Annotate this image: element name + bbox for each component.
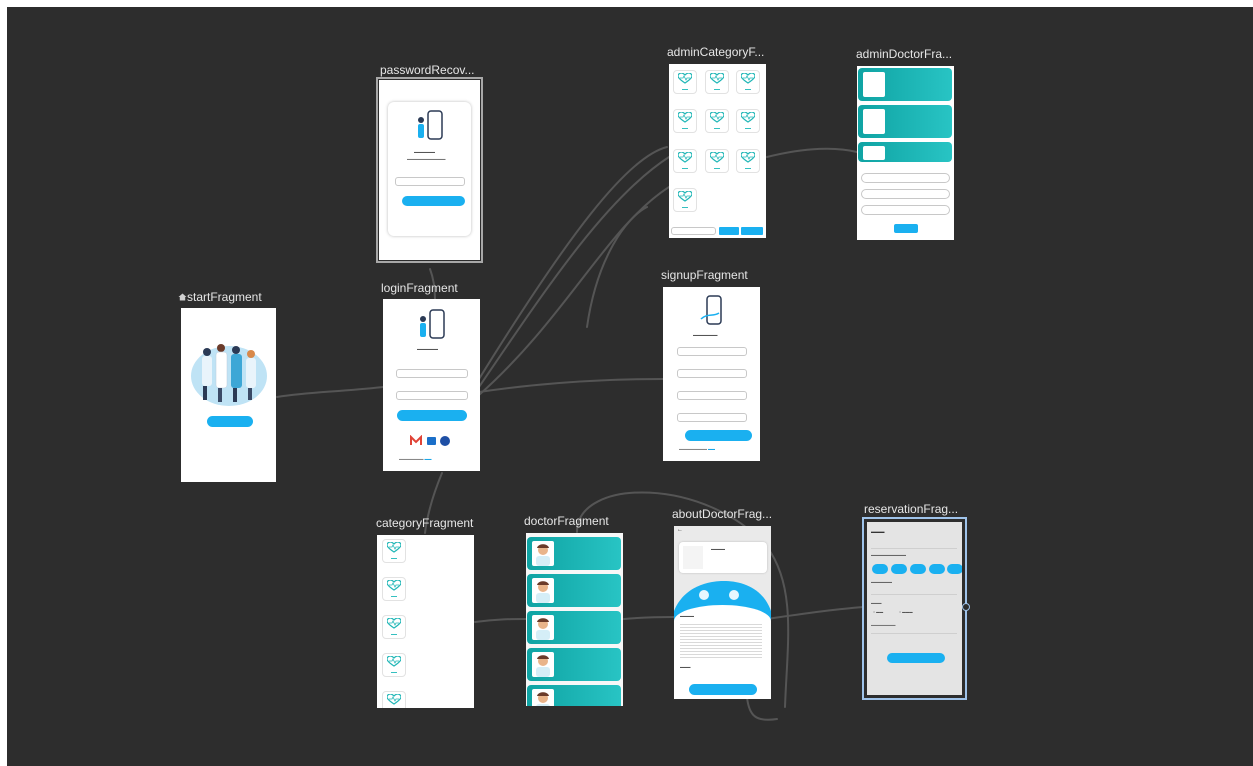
admin-category-fragment-label: adminCategoryF... bbox=[667, 45, 765, 59]
phone-illustration bbox=[420, 309, 445, 339]
about-doctor-fragment-preview[interactable]: ← ▬▬▬▬ ▬▬▬▬ ▬▬▬ bbox=[674, 526, 771, 699]
admin-category-fragment-preview[interactable]: ▬▬ ▬▬ ▬▬ ▬▬ ▬▬ ▬▬ ▬▬ ▬▬ ▬▬ ▬▬ bbox=[669, 64, 766, 238]
admin-doctor-card[interactable] bbox=[858, 105, 952, 138]
doctor-card[interactable] bbox=[527, 685, 621, 706]
category-tile[interactable]: ▬▬ bbox=[705, 109, 729, 133]
login-button[interactable] bbox=[397, 410, 467, 421]
age-option-pill[interactable] bbox=[947, 564, 962, 574]
recover-password-button[interactable] bbox=[402, 196, 465, 206]
login-fragment-preview[interactable]: ▬▬▬▬▬▬ ▬▬▬▬▬▬▬ ▬▬ bbox=[383, 299, 480, 471]
delete-category-button[interactable] bbox=[741, 227, 763, 235]
category-tile[interactable]: ▬▬ bbox=[705, 149, 729, 173]
home-icon bbox=[178, 290, 187, 301]
category-tile[interactable]: ▬▬ bbox=[736, 109, 760, 133]
phone-number-label: ▬▬▬▬▬▬ bbox=[871, 580, 892, 584]
admin-doctor-fragment-label: adminDoctorFra... bbox=[856, 47, 953, 61]
category-tile[interactable]: ▬▬ bbox=[382, 577, 406, 601]
signup-fragment-label: signupFragment bbox=[661, 268, 748, 282]
welcome-heading: ▬▬▬▬▬▬ bbox=[417, 347, 438, 351]
signup-heading: ▬▬▬▬▬▬▬ bbox=[693, 333, 718, 337]
doctors-illustration bbox=[191, 344, 267, 427]
confirm-reservation-button[interactable] bbox=[887, 653, 945, 663]
start-fragment-preview[interactable] bbox=[181, 308, 276, 482]
doctor-name-input[interactable] bbox=[861, 173, 950, 183]
category-tile[interactable]: ▬▬ bbox=[673, 188, 697, 212]
category-tile[interactable]: ▬▬ bbox=[673, 109, 697, 133]
reservation-fragment-preview[interactable]: ▬▬▬ ▬▬▬▬▬▬▬▬▬▬ ▬▬▬▬▬▬ ▬▬▬ ○ ▬▬ ○ ▬▬▬ ▬▬▬… bbox=[862, 517, 967, 700]
gender-female-radio[interactable]: ○ ▬▬▬ bbox=[899, 610, 913, 614]
age-option-pill[interactable] bbox=[872, 564, 888, 574]
signup-password-input[interactable] bbox=[677, 391, 747, 400]
doctor-profile-card: ▬▬▬▬ bbox=[679, 542, 767, 573]
signup-username-input[interactable] bbox=[677, 347, 747, 356]
reservation-fragment-label: reservationFrag... bbox=[864, 502, 959, 516]
about-doctor-panel: ▬▬▬▬ ▬▬▬ bbox=[674, 605, 771, 699]
username-input[interactable] bbox=[396, 369, 468, 378]
signup-prompt: ▬▬▬▬▬▬▬ ▬▬ bbox=[399, 457, 432, 461]
age-range-label: ▬▬▬▬▬▬▬▬▬▬ bbox=[871, 553, 906, 557]
book-appointment-button[interactable] bbox=[689, 684, 757, 695]
admin-doctor-card[interactable] bbox=[858, 68, 952, 101]
category-fragment-label: categoryFragment bbox=[376, 516, 474, 530]
age-option-pill[interactable] bbox=[929, 564, 945, 574]
add-category-button[interactable] bbox=[719, 227, 739, 235]
category-tile[interactable]: ▬▬ bbox=[382, 615, 406, 639]
category-name-input[interactable] bbox=[671, 227, 716, 235]
category-tile[interactable]: ▬▬ bbox=[382, 691, 406, 708]
login-prompt: ▬▬▬▬▬▬▬▬ ▬▬ bbox=[679, 447, 715, 451]
signup-confirm-password-input[interactable] bbox=[677, 413, 747, 422]
social-login-icons bbox=[410, 435, 450, 446]
navigation-graph-canvas[interactable]: startFragment passwordRecov... ▬▬▬▬▬▬ ▬▬… bbox=[7, 7, 1253, 766]
doctor-fragment-label: doctorFragment bbox=[524, 514, 609, 528]
recovery-subtitle: ▬▬▬▬▬▬▬▬▬▬▬ bbox=[407, 157, 446, 161]
age-option-pill[interactable] bbox=[910, 564, 926, 574]
category-tile[interactable]: ▬▬ bbox=[705, 70, 729, 94]
category-tile[interactable]: ▬▬ bbox=[736, 149, 760, 173]
reservation-header: ▬▬▬ bbox=[871, 529, 885, 534]
recovery-heading: ▬▬▬▬▬▬ bbox=[414, 150, 435, 154]
about-doctor-fragment-label: aboutDoctorFrag... bbox=[672, 507, 773, 521]
doctor-card[interactable] bbox=[527, 574, 621, 607]
password-recovery-fragment-label: passwordRecov... bbox=[380, 63, 475, 77]
doctor-location-input[interactable] bbox=[861, 189, 950, 199]
doctor-card[interactable] bbox=[527, 648, 621, 681]
category-tile[interactable]: ▬▬ bbox=[673, 149, 697, 173]
doctor-time-input[interactable] bbox=[861, 205, 950, 215]
phone-illustration bbox=[700, 295, 722, 325]
password-recovery-fragment-preview[interactable]: ▬▬▬▬▬▬ ▬▬▬▬▬▬▬▬▬▬▬ bbox=[376, 77, 483, 263]
doctor-fragment-preview[interactable] bbox=[526, 533, 623, 706]
category-tile[interactable]: ▬▬ bbox=[382, 539, 406, 563]
start-fragment-title: startFragment bbox=[187, 290, 262, 304]
password-input[interactable] bbox=[396, 391, 468, 400]
phone-illustration bbox=[418, 110, 443, 140]
problem-input[interactable]: ▬▬▬▬▬▬▬ bbox=[871, 623, 896, 627]
gender-label: ▬▬▬ bbox=[871, 601, 882, 605]
admin-doctor-card[interactable] bbox=[858, 142, 952, 162]
category-tile[interactable]: ▬▬ bbox=[673, 70, 697, 94]
category-tile[interactable]: ▬▬ bbox=[382, 653, 406, 677]
doctor-card[interactable] bbox=[527, 537, 621, 570]
signup-fragment-preview[interactable]: ▬▬▬▬▬▬▬ ▬▬▬▬▬▬▬▬ ▬▬ bbox=[663, 287, 760, 461]
back-arrow-icon[interactable]: ← bbox=[677, 527, 683, 533]
admin-doctor-fragment-preview[interactable] bbox=[857, 66, 954, 240]
age-option-pill[interactable] bbox=[891, 564, 907, 574]
sign-up-button[interactable] bbox=[685, 430, 752, 441]
login-fragment-label: loginFragment bbox=[381, 281, 458, 295]
connection-handle[interactable] bbox=[962, 603, 970, 611]
signup-email-input[interactable] bbox=[677, 369, 747, 378]
recovery-email-input[interactable] bbox=[395, 177, 465, 186]
doctor-card[interactable] bbox=[527, 611, 621, 644]
category-fragment-preview[interactable]: ▬▬ ▬▬ ▬▬ ▬▬ ▬▬ bbox=[377, 535, 474, 708]
category-tile[interactable]: ▬▬ bbox=[736, 70, 760, 94]
gender-male-radio[interactable]: ○ ▬▬ bbox=[873, 610, 883, 614]
add-doctor-button[interactable] bbox=[894, 224, 918, 233]
start-fragment-label: startFragment bbox=[178, 290, 262, 304]
